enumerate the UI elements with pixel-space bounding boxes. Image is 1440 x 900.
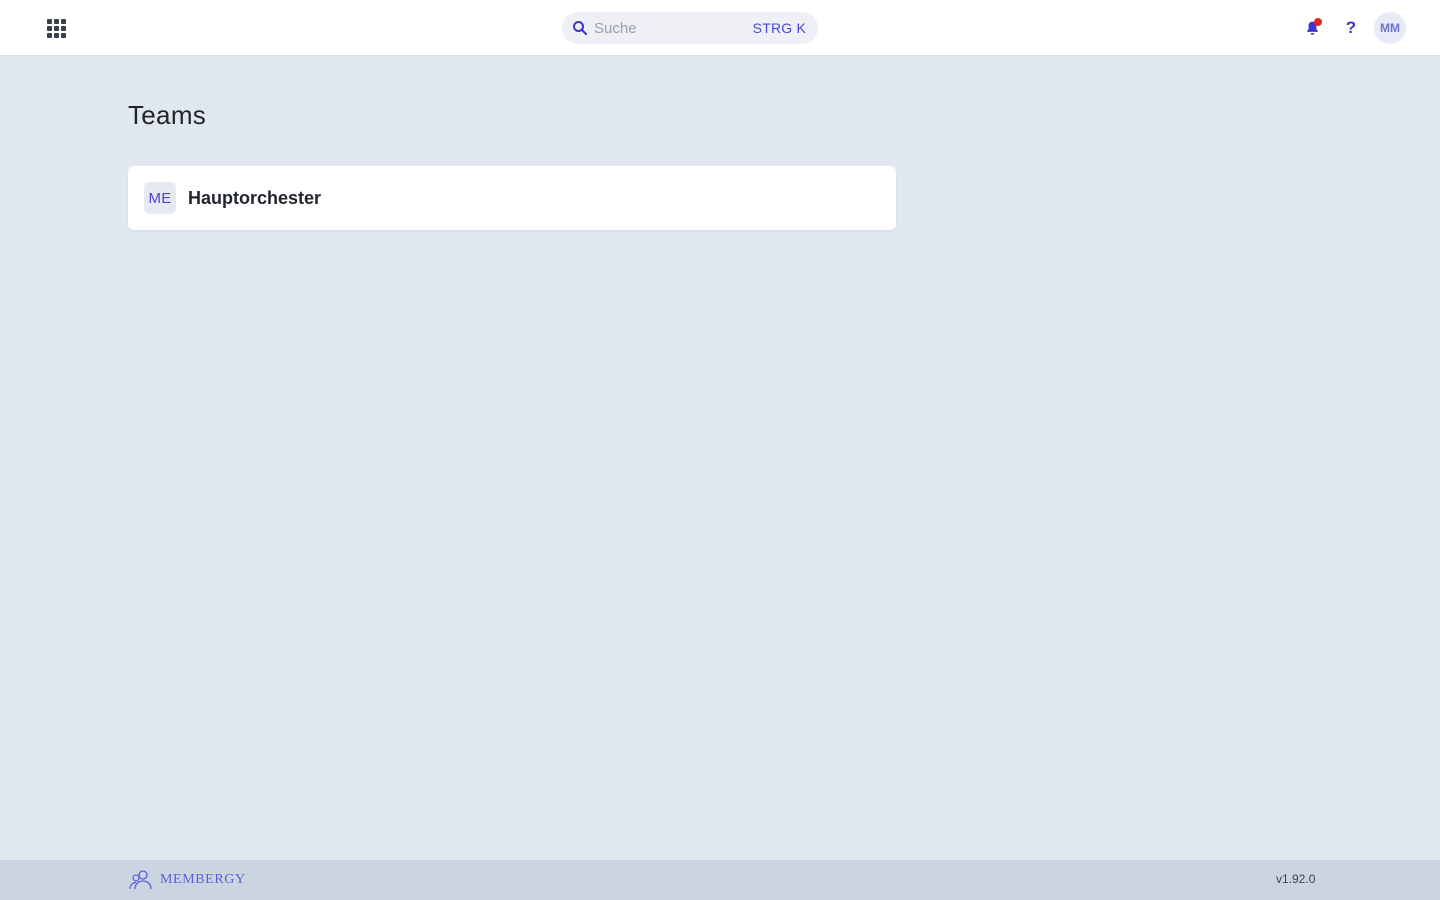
search-shortcut-hint: STRG K	[752, 20, 806, 36]
team-card[interactable]: ME Hauptorchester	[128, 166, 896, 230]
search-bar[interactable]: STRG K	[562, 12, 818, 44]
team-name: Hauptorchester	[188, 187, 322, 208]
brand-name: MEMBERGY	[160, 872, 246, 887]
footer: MEMBERGY v1.92.0	[0, 860, 1440, 900]
top-navigation-bar: STRG K ? MM	[0, 0, 1440, 56]
search-icon	[573, 21, 588, 36]
search-input[interactable]	[594, 19, 744, 37]
apps-grid-icon	[46, 18, 66, 38]
app-version: v1.92.0	[1276, 872, 1316, 886]
notification-indicator	[1314, 18, 1322, 26]
page-title: Teams	[128, 100, 207, 130]
apps-menu-button[interactable]	[38, 12, 74, 44]
team-initials-badge: ME	[144, 182, 176, 214]
people-logo-icon	[129, 870, 152, 890]
help-button[interactable]: ?	[1341, 16, 1361, 40]
notifications-button[interactable]	[1300, 16, 1324, 40]
user-avatar[interactable]: MM	[1374, 12, 1406, 44]
membergy-logo[interactable]: MEMBERGY	[128, 869, 246, 891]
